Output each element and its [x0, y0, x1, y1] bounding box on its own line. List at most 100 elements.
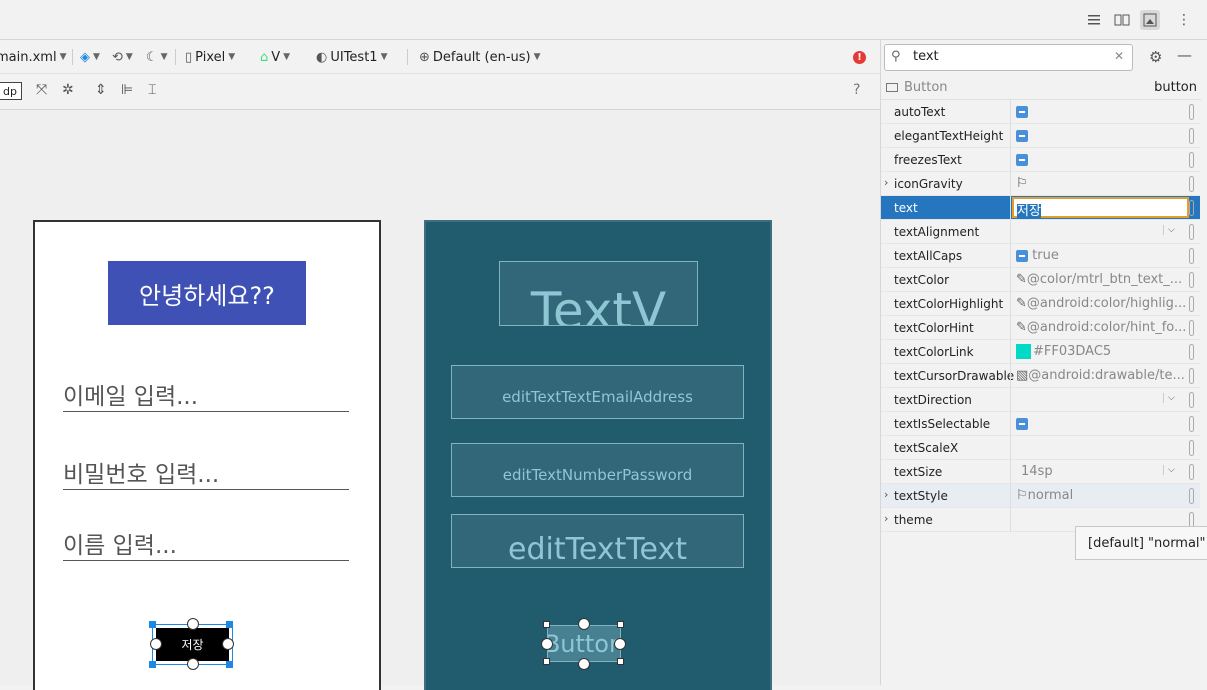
attribute-row-textScaleX[interactable]: textScaleX: [881, 436, 1200, 460]
constraint-handle-bottom[interactable]: [187, 658, 199, 670]
constraint-handle-right[interactable]: [614, 638, 626, 650]
field-scroll-handle[interactable]: [1189, 152, 1194, 168]
attribute-row-iconGravity[interactable]: › iconGravity ⚐: [881, 172, 1200, 196]
expand-chevron-icon[interactable]: ›: [884, 176, 888, 189]
color-swatch-icon[interactable]: [1016, 344, 1031, 359]
attribute-value[interactable]: [1016, 416, 1186, 431]
attribute-value[interactable]: [1016, 152, 1186, 167]
pick-resource-icon[interactable]: ✎: [1016, 272, 1027, 287]
split-view-icon[interactable]: [1112, 10, 1132, 30]
attribute-row-textAlignment[interactable]: textAlignment ⌵: [881, 220, 1200, 244]
attribute-value[interactable]: ✎@color/mtrl_btn_text_...: [1016, 272, 1186, 287]
flag-toggle-icon[interactable]: [1016, 153, 1028, 166]
attribute-row-textAllCaps[interactable]: textAllCaps true: [881, 244, 1200, 268]
gear-icon[interactable]: ⚙: [1149, 48, 1162, 66]
flag-toggle-icon[interactable]: [1016, 417, 1028, 430]
code-view-icon[interactable]: [1084, 10, 1104, 30]
theme-selector[interactable]: ◐ UITest1 ▼: [316, 48, 388, 66]
field-scroll-handle[interactable]: [1189, 128, 1194, 144]
align-icon[interactable]: ⊫: [121, 82, 133, 98]
attribute-search-field[interactable]: ⚲ text ✕: [884, 44, 1133, 71]
field-scroll-handle[interactable]: [1189, 176, 1194, 192]
clear-constraints-icon[interactable]: ⤧: [36, 82, 47, 98]
locale-selector[interactable]: ⊕ Default (en-us) ▼: [419, 48, 541, 66]
field-scroll-handle[interactable]: [1189, 416, 1194, 432]
attribute-row-text[interactable]: text 저장: [881, 196, 1200, 220]
email-field[interactable]: 이메일 입력...: [63, 377, 349, 412]
expand-chevron-icon[interactable]: ›: [884, 512, 888, 525]
resize-handle[interactable]: [543, 621, 550, 628]
attribute-row-textStyle[interactable]: › textStyle ⚐normal: [881, 484, 1200, 508]
attribute-row-textColorHint[interactable]: textColorHint ✎@android:color/hint_fo...: [881, 316, 1200, 340]
minimize-icon[interactable]: —: [1177, 46, 1192, 64]
pack-icon[interactable]: ⇕: [95, 82, 107, 98]
device-selector[interactable]: ▯ Pixel ▼: [185, 48, 235, 66]
dropdown-chevron-icon[interactable]: ⌵: [1163, 225, 1175, 235]
constraint-handle-right[interactable]: [222, 638, 234, 650]
image-resource-icon[interactable]: ▧: [1016, 368, 1028, 383]
api-selector[interactable]: ⌂ V ▼: [260, 48, 290, 66]
flag-icon[interactable]: ⚐: [1016, 488, 1028, 503]
field-scroll-handle[interactable]: [1189, 464, 1194, 480]
resize-handle[interactable]: [226, 661, 233, 668]
night-mode-button[interactable]: ☾ ▼: [146, 48, 168, 66]
blueprint-password-field[interactable]: editTextNumberPassword: [451, 443, 744, 497]
flag-toggle-icon[interactable]: [1016, 105, 1028, 118]
blueprint-name-field[interactable]: editTextText: [451, 514, 744, 568]
expand-chevron-icon[interactable]: ›: [884, 488, 888, 501]
error-indicator-icon[interactable]: !: [853, 51, 866, 64]
field-scroll-handle[interactable]: [1189, 296, 1194, 312]
field-scroll-handle[interactable]: [1189, 368, 1194, 384]
constraint-handle-top[interactable]: [187, 618, 199, 630]
pick-resource-icon[interactable]: ✎: [1016, 296, 1027, 311]
blueprint-button[interactable]: Button: [547, 625, 621, 662]
attribute-row-freezesText[interactable]: freezesText: [881, 148, 1200, 172]
file-selector[interactable]: main.xml ▼: [0, 48, 67, 66]
field-scroll-handle[interactable]: [1189, 224, 1194, 240]
attribute-value[interactable]: true: [1016, 248, 1186, 263]
attribute-value[interactable]: ⚐normal: [1016, 488, 1186, 503]
help-icon[interactable]: ?: [853, 82, 860, 98]
attribute-value[interactable]: [1016, 104, 1186, 119]
field-scroll-handle[interactable]: [1189, 344, 1194, 360]
flag-toggle-icon[interactable]: [1016, 129, 1028, 142]
constraint-handle-left[interactable]: [541, 638, 553, 650]
attribute-value[interactable]: [1016, 128, 1186, 143]
attribute-value[interactable]: ⚐: [1016, 176, 1186, 191]
layers-button[interactable]: ◈ ▼: [80, 48, 100, 66]
attribute-value[interactable]: ✎@android:color/hint_fo...: [1016, 320, 1186, 335]
field-scroll-handle[interactable]: [1189, 272, 1194, 288]
field-scroll-handle[interactable]: [1189, 200, 1194, 216]
more-options-icon[interactable]: ⋮: [1174, 10, 1194, 30]
name-field[interactable]: 이름 입력...: [63, 526, 349, 561]
dropdown-chevron-icon[interactable]: ⌵: [1163, 465, 1175, 475]
blueprint-textview[interactable]: TextV: [499, 261, 698, 326]
attribute-row-textCursorDrawable[interactable]: textCursorDrawable ▧@android:drawable/te.…: [881, 364, 1200, 388]
attribute-row-textSize[interactable]: textSize 14sp ⌵: [881, 460, 1200, 484]
flag-toggle-icon[interactable]: [1016, 249, 1028, 262]
guidelines-icon[interactable]: ⌶: [148, 82, 156, 98]
resize-handle[interactable]: [543, 658, 550, 665]
field-scroll-handle[interactable]: [1189, 488, 1194, 504]
attribute-row-textColorHighlight[interactable]: textColorHighlight ✎@android:color/highli…: [881, 292, 1200, 316]
field-scroll-handle[interactable]: [1189, 440, 1194, 456]
resize-handle[interactable]: [149, 621, 156, 628]
field-scroll-handle[interactable]: [1189, 320, 1194, 336]
resize-handle[interactable]: [617, 658, 624, 665]
resize-handle[interactable]: [226, 621, 233, 628]
constraint-handle-top[interactable]: [578, 618, 590, 630]
default-margin-field[interactable]: dp: [0, 82, 22, 100]
field-scroll-handle[interactable]: [1189, 392, 1194, 408]
design-view-icon[interactable]: [1140, 10, 1160, 30]
resize-handle[interactable]: [149, 661, 156, 668]
attribute-row-textIsSelectable[interactable]: textIsSelectable: [881, 412, 1200, 436]
pick-resource-icon[interactable]: ✎: [1016, 320, 1027, 335]
attribute-row-textDirection[interactable]: textDirection ⌵: [881, 388, 1200, 412]
attribute-value[interactable]: #FF03DAC5: [1016, 344, 1186, 359]
attribute-row-elegantTextHeight[interactable]: elegantTextHeight: [881, 124, 1200, 148]
attribute-value[interactable]: ✎@android:color/highlig...: [1016, 296, 1186, 311]
constraint-handle-bottom[interactable]: [578, 658, 590, 670]
greeting-textview[interactable]: 안녕하세요??: [108, 261, 306, 325]
text-value-editor[interactable]: 저장: [1012, 197, 1189, 219]
infer-constraints-icon[interactable]: ✲: [62, 82, 74, 98]
